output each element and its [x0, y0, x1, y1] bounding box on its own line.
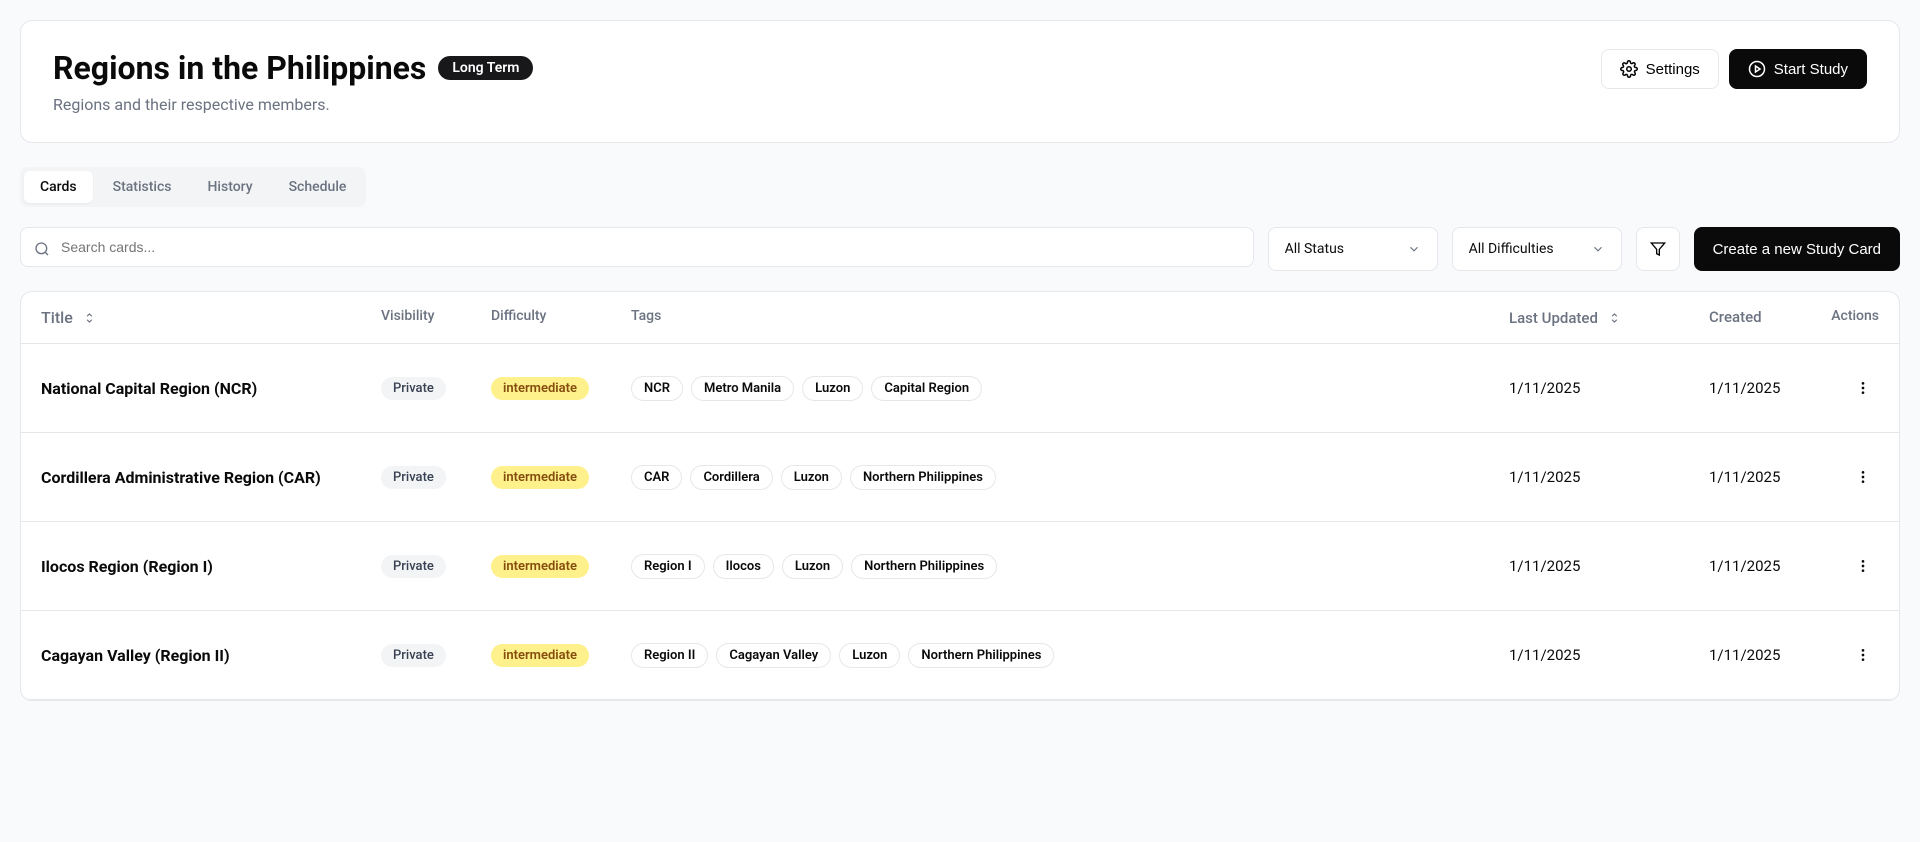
tag: Northern Philippines [851, 554, 997, 579]
created-cell: 1/11/2025 [1709, 646, 1819, 664]
search-input[interactable] [20, 227, 1254, 267]
tag: Region II [631, 643, 708, 668]
tab-schedule[interactable]: Schedule [273, 171, 363, 203]
table-header: Title Visibility Difficulty Tags Last Up… [21, 292, 1899, 344]
filter-button[interactable] [1636, 227, 1680, 271]
page-title: Regions in the Philippines [53, 49, 426, 87]
card-title[interactable]: Ilocos Region (Region I) [41, 557, 381, 576]
tag: Capital Region [871, 376, 982, 401]
row-actions-button[interactable] [1847, 461, 1879, 493]
play-circle-icon [1748, 60, 1766, 78]
updated-cell: 1/11/2025 [1509, 379, 1709, 397]
row-actions-button[interactable] [1847, 550, 1879, 582]
more-vertical-icon [1855, 647, 1871, 663]
row-actions-button[interactable] [1847, 639, 1879, 671]
visibility-pill: Private [381, 644, 446, 667]
more-vertical-icon [1855, 380, 1871, 396]
visibility-pill: Private [381, 466, 446, 489]
cards-table: Title Visibility Difficulty Tags Last Up… [20, 291, 1900, 701]
chevron-down-icon [1591, 242, 1605, 256]
tab-statistics[interactable]: Statistics [97, 171, 188, 203]
tag: Region I [631, 554, 705, 579]
tag: Metro Manila [691, 376, 794, 401]
col-header-actions: Actions [1819, 308, 1879, 327]
difficulty-pill: intermediate [491, 466, 589, 489]
col-header-updated[interactable]: Last Updated [1509, 308, 1709, 327]
status-select-label: All Status [1285, 241, 1344, 257]
tag: Cagayan Valley [716, 643, 831, 668]
header-card: Regions in the Philippines Long Term Reg… [20, 20, 1900, 143]
tags-cell: CAR Cordillera Luzon Northern Philippines [631, 465, 1509, 490]
start-study-label: Start Study [1774, 61, 1848, 78]
card-title[interactable]: Cordillera Administrative Region (CAR) [41, 468, 381, 487]
more-vertical-icon [1855, 469, 1871, 485]
col-header-title[interactable]: Title [41, 308, 381, 327]
settings-button[interactable]: Settings [1601, 49, 1719, 89]
col-header-tags: Tags [631, 308, 1509, 327]
tag: CAR [631, 465, 682, 490]
start-study-button[interactable]: Start Study [1729, 49, 1867, 89]
tab-history[interactable]: History [191, 171, 268, 203]
tags-cell: Region II Cagayan Valley Luzon Northern Phi… [631, 643, 1509, 668]
difficulty-select[interactable]: All Difficulties [1452, 227, 1622, 271]
tags-cell: NCR Metro Manila Luzon Capital Region [631, 376, 1509, 401]
row-actions-button[interactable] [1847, 372, 1879, 404]
tag: Luzon [782, 554, 843, 579]
tag: Luzon [781, 465, 842, 490]
tag: Cordillera [690, 465, 772, 490]
table-row: Ilocos Region (Region I) Private interme… [21, 522, 1899, 611]
tag: Ilocos [713, 554, 774, 579]
create-card-label: Create a new Study Card [1713, 241, 1881, 258]
col-header-created: Created [1709, 308, 1819, 327]
create-card-button[interactable]: Create a new Study Card [1694, 227, 1900, 271]
tag: Luzon [802, 376, 863, 401]
tag: Luzon [839, 643, 900, 668]
table-row: Cagayan Valley (Region II) Private inter… [21, 611, 1899, 700]
tabs: Cards Statistics History Schedule [20, 167, 366, 207]
difficulty-pill: intermediate [491, 644, 589, 667]
difficulty-select-label: All Difficulties [1469, 241, 1554, 257]
search-icon [34, 241, 50, 257]
created-cell: 1/11/2025 [1709, 557, 1819, 575]
table-row: National Capital Region (NCR) Private in… [21, 344, 1899, 433]
sort-icon [83, 311, 97, 325]
tag: Northern Philippines [850, 465, 996, 490]
created-cell: 1/11/2025 [1709, 379, 1819, 397]
filter-icon [1650, 241, 1666, 257]
tag: Northern Philippines [908, 643, 1054, 668]
difficulty-pill: intermediate [491, 377, 589, 400]
settings-label: Settings [1646, 61, 1700, 78]
chevron-down-icon [1407, 242, 1421, 256]
tag: NCR [631, 376, 683, 401]
visibility-pill: Private [381, 555, 446, 578]
page-subtitle: Regions and their respective members. [53, 95, 533, 114]
status-select[interactable]: All Status [1268, 227, 1438, 271]
tab-cards[interactable]: Cards [24, 171, 93, 203]
updated-cell: 1/11/2025 [1509, 468, 1709, 486]
table-row: Cordillera Administrative Region (CAR) P… [21, 433, 1899, 522]
tags-cell: Region I Ilocos Luzon Northern Philippines [631, 554, 1509, 579]
col-header-visibility: Visibility [381, 308, 491, 327]
more-vertical-icon [1855, 558, 1871, 574]
card-title[interactable]: National Capital Region (NCR) [41, 379, 381, 398]
visibility-pill: Private [381, 377, 446, 400]
col-header-difficulty: Difficulty [491, 308, 631, 327]
created-cell: 1/11/2025 [1709, 468, 1819, 486]
card-title[interactable]: Cagayan Valley (Region II) [41, 646, 381, 665]
sort-icon [1608, 311, 1622, 325]
badge-long-term: Long Term [438, 56, 533, 80]
updated-cell: 1/11/2025 [1509, 646, 1709, 664]
difficulty-pill: intermediate [491, 555, 589, 578]
updated-cell: 1/11/2025 [1509, 557, 1709, 575]
gear-icon [1620, 60, 1638, 78]
